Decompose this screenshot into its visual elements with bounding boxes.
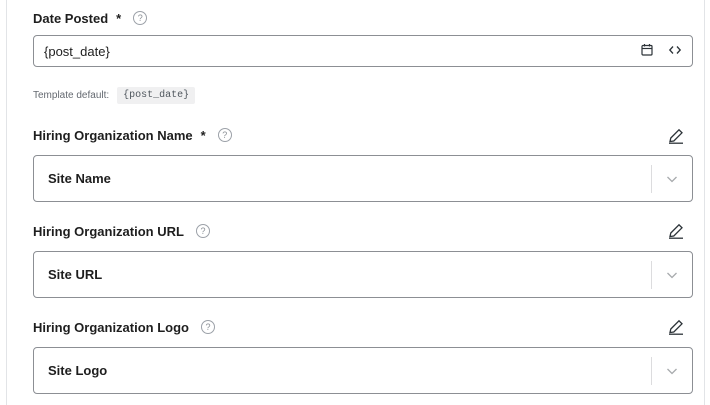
date-posted-input[interactable]: {post_date} <box>33 35 693 67</box>
help-icon[interactable]: ? <box>195 224 210 238</box>
hiring-org-url-select[interactable]: Site URL <box>33 251 693 298</box>
pencil-icon[interactable] <box>667 222 685 240</box>
help-icon[interactable]: ? <box>133 11 148 25</box>
required-mark: * <box>200 127 206 143</box>
pencil-icon[interactable] <box>667 318 685 336</box>
chevron-down-icon[interactable] <box>652 268 692 282</box>
help-icon[interactable]: ? <box>201 320 215 334</box>
hiring-org-url-label: Hiring Organization URL <box>33 223 184 239</box>
hiring-org-name-label-row: Hiring Organization Name * ? <box>33 125 232 145</box>
chevron-down-icon[interactable] <box>652 364 692 378</box>
calendar-icon[interactable] <box>640 43 654 57</box>
date-posted-label: Date Posted <box>33 10 109 26</box>
date-posted-label-row: Date Posted * ? <box>33 8 148 28</box>
hiring-org-logo-select[interactable]: Site Logo <box>33 347 693 394</box>
date-posted-value: {post_date} <box>44 43 110 59</box>
help-icon[interactable]: ? <box>217 128 232 142</box>
code-icon[interactable] <box>668 43 682 57</box>
select-value: Site URL <box>48 267 103 282</box>
select-value: Site Logo <box>48 363 108 378</box>
select-value: Site Name <box>48 171 111 186</box>
pencil-icon[interactable] <box>667 127 685 145</box>
chevron-down-icon[interactable] <box>652 172 692 186</box>
hiring-org-logo-label: Hiring Organization Logo <box>33 319 189 335</box>
input-icons <box>640 43 682 57</box>
settings-panel: Date Posted * ? {post_date} Template def… <box>6 0 705 405</box>
hiring-org-url-label-row: Hiring Organization URL ? <box>33 221 210 241</box>
required-mark: * <box>116 10 122 26</box>
template-default: Template default: {post_date} <box>33 87 196 104</box>
template-default-code: {post_date} <box>117 87 196 104</box>
hiring-org-name-label: Hiring Organization Name <box>33 127 193 143</box>
hiring-org-name-select[interactable]: Site Name <box>33 155 693 202</box>
template-default-label: Template default: <box>33 90 110 101</box>
hiring-org-logo-label-row: Hiring Organization Logo ? <box>33 317 215 337</box>
